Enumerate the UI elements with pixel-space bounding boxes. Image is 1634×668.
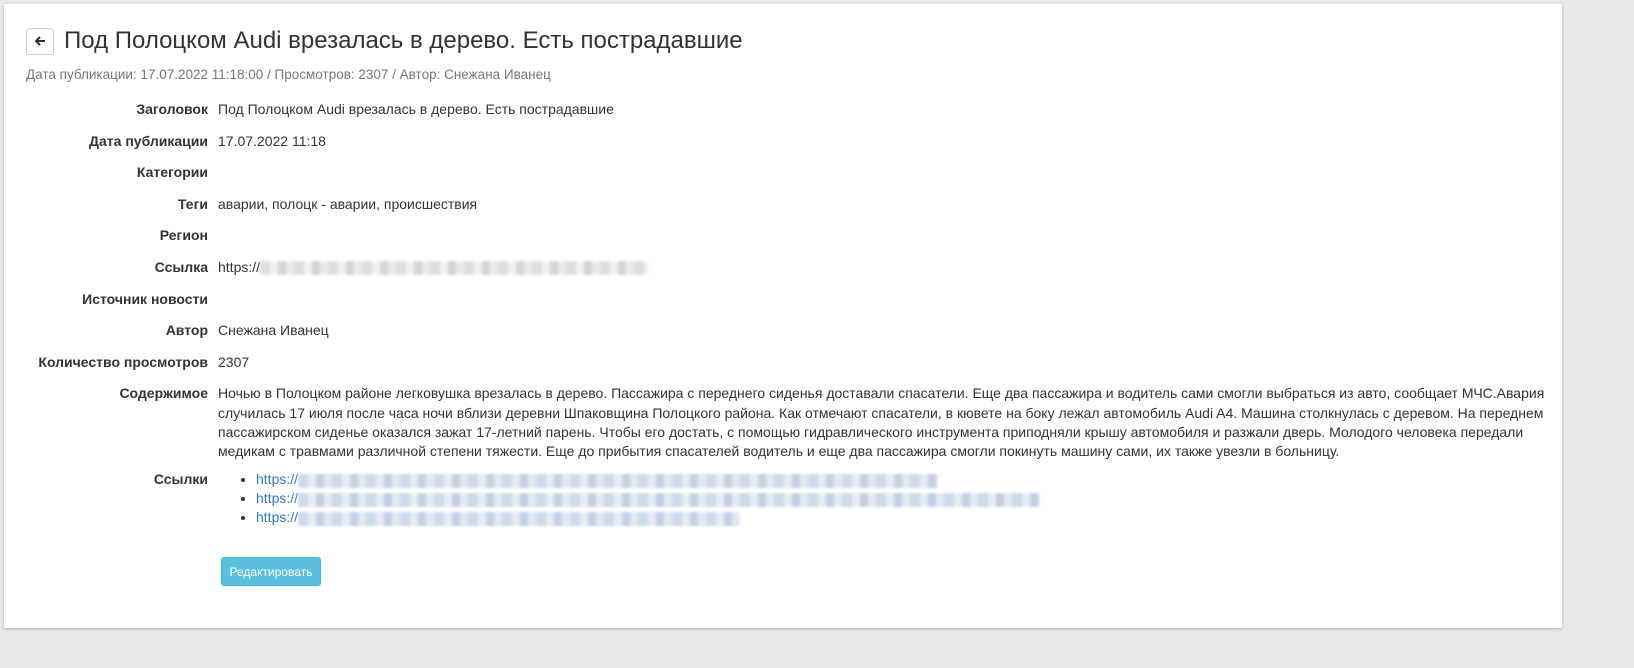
- list-item: https://: [256, 508, 1562, 527]
- field-list: Заголовок Под Полоцком Audi врезалась в …: [4, 100, 1562, 527]
- links-list: https:// https:// https://: [4, 470, 1562, 527]
- external-link[interactable]: https://: [256, 471, 939, 488]
- redacted-url: [298, 492, 1041, 507]
- field-author: Автор Снежана Иванец: [4, 321, 1562, 353]
- field-link: Ссылка https://: [4, 258, 1562, 290]
- external-link[interactable]: https://: [256, 509, 741, 526]
- field-region: Регион: [4, 226, 1562, 258]
- field-content: Содержимое Ночью в Полоцком районе легко…: [4, 384, 1562, 470]
- field-categories: Категории: [4, 163, 1562, 195]
- arrow-left-icon: [34, 36, 45, 46]
- list-item: https://: [256, 489, 1562, 508]
- field-label: Содержимое: [119, 385, 208, 402]
- field-label: Категории: [136, 164, 208, 181]
- redacted-url: [298, 511, 741, 526]
- field-value: 2307: [218, 353, 250, 370]
- field-label: Теги: [177, 195, 208, 212]
- field-label: Источник новости: [82, 290, 208, 307]
- field-source: Источник новости: [4, 290, 1562, 322]
- external-link[interactable]: https://: [256, 490, 1041, 507]
- title-row: Под Полоцком Audi врезалась в дерево. Ес…: [26, 27, 743, 55]
- field-value: Снежана Иванец: [218, 322, 329, 339]
- field-value: https:// https:// https://: [218, 470, 1562, 527]
- field-value: 17.07.2022 11:18: [218, 132, 326, 149]
- field-label: Ссылка: [154, 258, 208, 275]
- field-views: Количество просмотров 2307: [4, 353, 1562, 385]
- field-tags: Теги аварии, полоцк - аварии, происшеств…: [4, 195, 1562, 227]
- field-value: Под Полоцком Audi врезалась в дерево. Ес…: [218, 101, 614, 117]
- edit-button[interactable]: Редактировать: [221, 557, 321, 586]
- field-label: Автор: [165, 322, 208, 339]
- field-label: Количество просмотров: [38, 353, 208, 370]
- field-label: Регион: [159, 227, 208, 244]
- page-title: Под Полоцком Audi врезалась в дерево. Ес…: [64, 27, 743, 54]
- link-prefix: https://: [218, 258, 261, 275]
- field-label: Ссылки: [153, 471, 208, 488]
- field-value: аварии, полоцк - аварии, происшествия: [218, 195, 478, 212]
- field-value: https://: [218, 258, 1562, 277]
- field-label: Заголовок: [136, 101, 208, 117]
- field-label: Дата публикации: [89, 132, 208, 149]
- back-button[interactable]: [26, 27, 54, 55]
- field-pub-date: Дата публикации 17.07.2022 11:18: [4, 132, 1562, 164]
- publication-meta: Дата публикации: 17.07.2022 11:18:00 / П…: [26, 67, 551, 82]
- list-item: https://: [256, 470, 1562, 489]
- news-detail-panel: Под Полоцком Audi врезалась в дерево. Ес…: [4, 4, 1562, 628]
- field-links: Ссылки https:// https:// https://: [4, 470, 1562, 527]
- redacted-url: [298, 473, 939, 488]
- redacted-url: [260, 261, 649, 276]
- field-title: Заголовок Под Полоцком Audi врезалась в …: [4, 100, 1562, 132]
- field-value: Ночью в Полоцком районе легковушка вреза…: [218, 385, 1545, 459]
